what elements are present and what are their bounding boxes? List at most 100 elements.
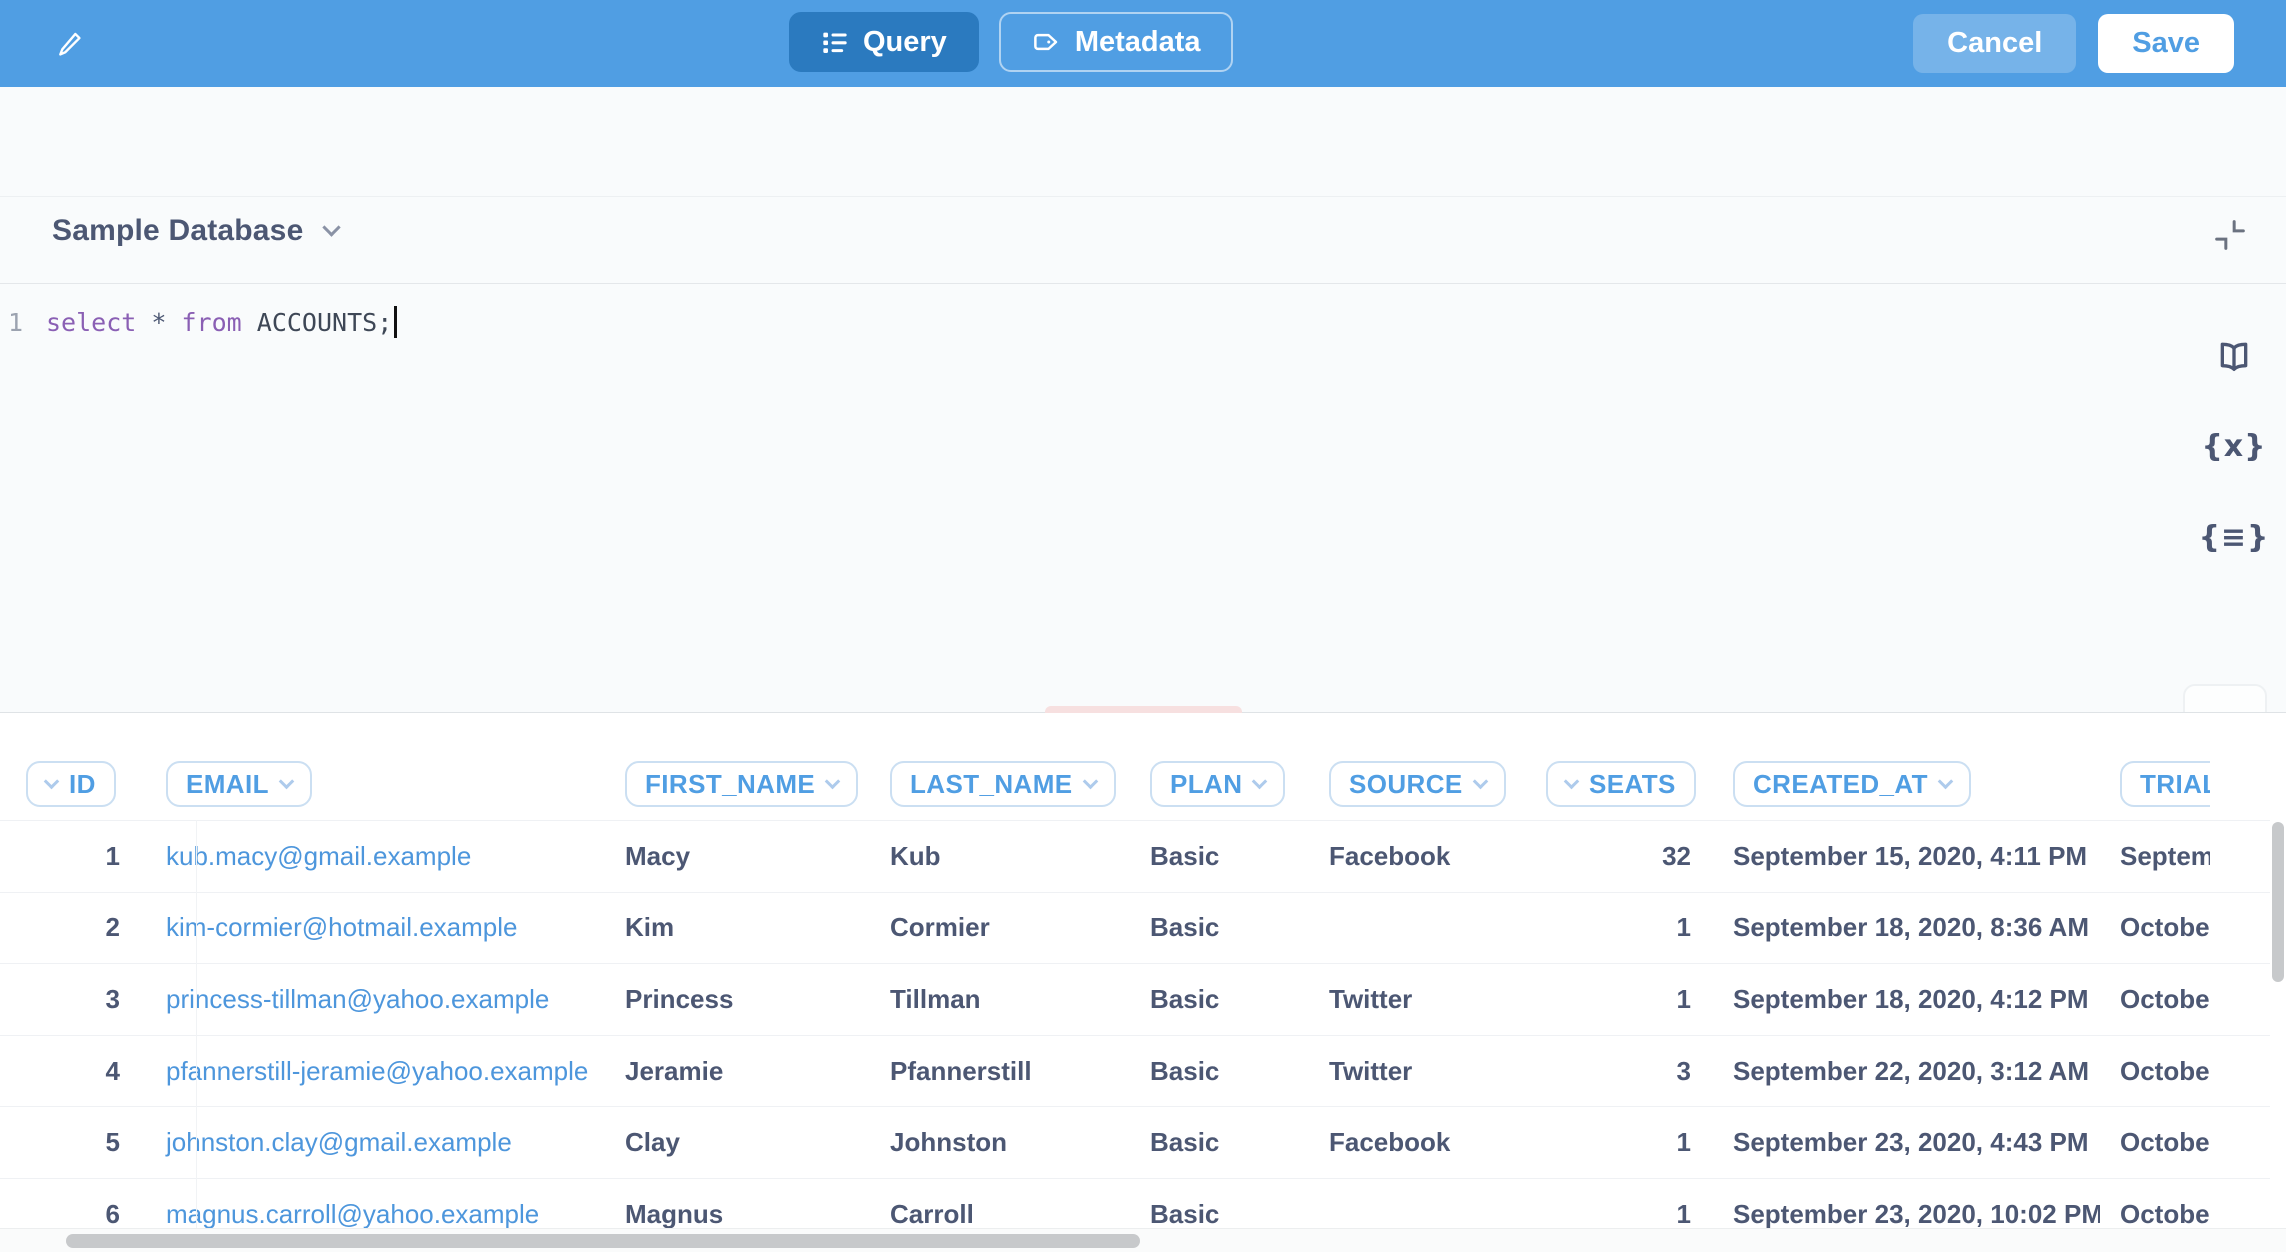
table-cell[interactable]: September 23, 2020, 10:02 PM	[1712, 1199, 2100, 1230]
cancel-button[interactable]: Cancel	[1913, 14, 2076, 73]
table-cell[interactable]: Princess	[606, 984, 870, 1015]
header-cell: TRIAL_ENDS_AT	[2100, 761, 2210, 807]
header-cell: EMAIL	[136, 761, 606, 807]
column-header-created_at[interactable]: CREATED_AT	[1733, 761, 1971, 807]
table-cell[interactable]: Basic	[1130, 984, 1310, 1015]
table-cell[interactable]: Basic	[1130, 1127, 1310, 1158]
vertical-scrollbar[interactable]	[2270, 820, 2286, 1228]
horizontal-scrollbar-thumb[interactable]	[66, 1234, 1140, 1248]
column-header-trial_ends_at[interactable]: TRIAL_ENDS_AT	[2120, 761, 2210, 807]
sql-editor-line[interactable]: 1 select * from ACCOUNTS;	[0, 302, 2286, 342]
table-cell[interactable]: Kub	[870, 841, 1130, 872]
column-header-source[interactable]: SOURCE	[1329, 761, 1506, 807]
table-cell[interactable]: September 18, 2020, 4:12 PM	[1712, 984, 2100, 1015]
table-cell[interactable]: Tillman	[870, 984, 1130, 1015]
pencil-icon[interactable]	[50, 22, 90, 66]
data-reference-book-icon[interactable]	[2206, 335, 2262, 381]
line-number: 1	[0, 308, 46, 337]
table-cell[interactable]: September 22, 2020, 3:12 AM	[1712, 1056, 2100, 1087]
table-cell[interactable]: Basic	[1130, 1056, 1310, 1087]
table-cell[interactable]: 1	[1526, 984, 1712, 1015]
column-header-id[interactable]: ID	[26, 761, 116, 807]
table-cell[interactable]: 6	[0, 1199, 136, 1230]
column-header-email[interactable]: EMAIL	[166, 761, 312, 807]
sql-token	[136, 308, 151, 337]
table-cell[interactable]: Facebook	[1310, 841, 1526, 872]
vertical-scrollbar-thumb[interactable]	[2272, 822, 2284, 982]
table-cell[interactable]: Clay	[606, 1127, 870, 1158]
table-cell[interactable]: Facebook	[1310, 1127, 1526, 1158]
column-header-first_name[interactable]: FIRST_NAME	[625, 761, 858, 807]
table-cell[interactable]: 32	[1526, 841, 1712, 872]
table-body: 1kub.macy@gmail.exampleMacyKubBasicFaceb…	[0, 820, 2270, 1250]
email-cell[interactable]: pfannerstill-jeramie@yahoo.example	[136, 1056, 606, 1087]
database-selector[interactable]: Sample Database	[52, 214, 338, 248]
snippets-glyph: {≡}	[2199, 520, 2270, 555]
table-cell[interactable]: October	[2100, 1056, 2210, 1087]
table-cell[interactable]: Twitter	[1310, 1056, 1526, 1087]
table-cell[interactable]: 3	[0, 984, 136, 1015]
table-row: 1kub.macy@gmail.exampleMacyKubBasicFaceb…	[0, 820, 2270, 892]
table-cell[interactable]: September 15, 2020, 4:11 PM	[1712, 841, 2100, 872]
column-header-seats[interactable]: SEATS	[1546, 761, 1696, 807]
table-cell[interactable]: Johnston	[870, 1127, 1130, 1158]
table-cell[interactable]: 5	[0, 1127, 136, 1158]
table-cell[interactable]: 1	[1526, 1127, 1712, 1158]
table-row: 4pfannerstill-jeramie@yahoo.exampleJeram…	[0, 1035, 2270, 1107]
table-cell[interactable]: Basic	[1130, 841, 1310, 872]
header-cell: SOURCE	[1310, 761, 1526, 807]
variables-icon[interactable]: {x}	[2198, 423, 2270, 469]
save-button[interactable]: Save	[2098, 14, 2234, 73]
table-cell[interactable]: 1	[0, 841, 136, 872]
header-cell: LAST_NAME	[870, 761, 1130, 807]
frozen-column-divider	[196, 820, 197, 1228]
table-cell[interactable]: September 23, 2020, 4:43 PM	[1712, 1127, 2100, 1158]
table-cell[interactable]: Twitter	[1310, 984, 1526, 1015]
chevron-down-icon	[1082, 773, 1098, 789]
sql-token: *	[151, 308, 166, 337]
header-cell: PLAN	[1130, 761, 1310, 807]
table-cell[interactable]: October	[2100, 984, 2210, 1015]
table-cell[interactable]: Carroll	[870, 1199, 1130, 1230]
header-cell: CREATED_AT	[1712, 761, 2100, 807]
table-cell[interactable]: 3	[1526, 1056, 1712, 1087]
contract-editor-icon[interactable]	[2204, 209, 2256, 261]
column-header-plan[interactable]: PLAN	[1150, 761, 1285, 807]
sql-token	[242, 308, 257, 337]
email-cell[interactable]: magnus.carroll@yahoo.example	[136, 1199, 606, 1230]
chevron-down-icon	[1252, 773, 1268, 789]
snippets-icon[interactable]: {≡}	[2198, 514, 2270, 560]
horizontal-scrollbar[interactable]	[0, 1228, 2286, 1252]
table-cell[interactable]: Jeramie	[606, 1056, 870, 1087]
table-cell[interactable]: Basic	[1130, 1199, 1310, 1230]
table-cell[interactable]: October	[2100, 1127, 2210, 1158]
table-cell[interactable]: October	[2100, 1199, 2210, 1230]
topbar: Query Metadata Cancel Save	[0, 0, 2286, 87]
table-cell[interactable]: Kim	[606, 912, 870, 943]
table-cell[interactable]: Cormier	[870, 912, 1130, 943]
tab-query[interactable]: Query	[789, 12, 979, 72]
table-cell[interactable]: Basic	[1130, 912, 1310, 943]
table-cell[interactable]: 1	[1526, 1199, 1712, 1230]
table-cell[interactable]: October	[2100, 912, 2210, 943]
table-cell[interactable]: Magnus	[606, 1199, 870, 1230]
column-header-label: ID	[69, 769, 96, 800]
table-cell[interactable]: Macy	[606, 841, 870, 872]
table-cell[interactable]: Pfannerstill	[870, 1056, 1130, 1087]
email-cell[interactable]: kim-cormier@hotmail.example	[136, 912, 606, 943]
query-results: ID EMAIL FIRST_NAME LAST_NAME PLAN SOURCE SEAT…	[0, 713, 2286, 1252]
column-header-last_name[interactable]: LAST_NAME	[890, 761, 1116, 807]
topbar-actions: Cancel Save	[1913, 14, 2234, 73]
table-cell[interactable]: 4	[0, 1056, 136, 1087]
email-cell[interactable]: kub.macy@gmail.example	[136, 841, 606, 872]
table-cell[interactable]: September 18, 2020, 8:36 AM	[1712, 912, 2100, 943]
column-header-label: EMAIL	[186, 769, 269, 800]
column-header-label: PLAN	[1170, 769, 1242, 800]
email-cell[interactable]: princess-tillman@yahoo.example	[136, 984, 606, 1015]
table-cell[interactable]: 2	[0, 912, 136, 943]
email-cell[interactable]: johnston.clay@gmail.example	[136, 1127, 606, 1158]
tab-metadata[interactable]: Metadata	[999, 12, 1233, 72]
column-header-label: CREATED_AT	[1753, 769, 1928, 800]
table-cell[interactable]: September	[2100, 841, 2210, 872]
table-cell[interactable]: 1	[1526, 912, 1712, 943]
